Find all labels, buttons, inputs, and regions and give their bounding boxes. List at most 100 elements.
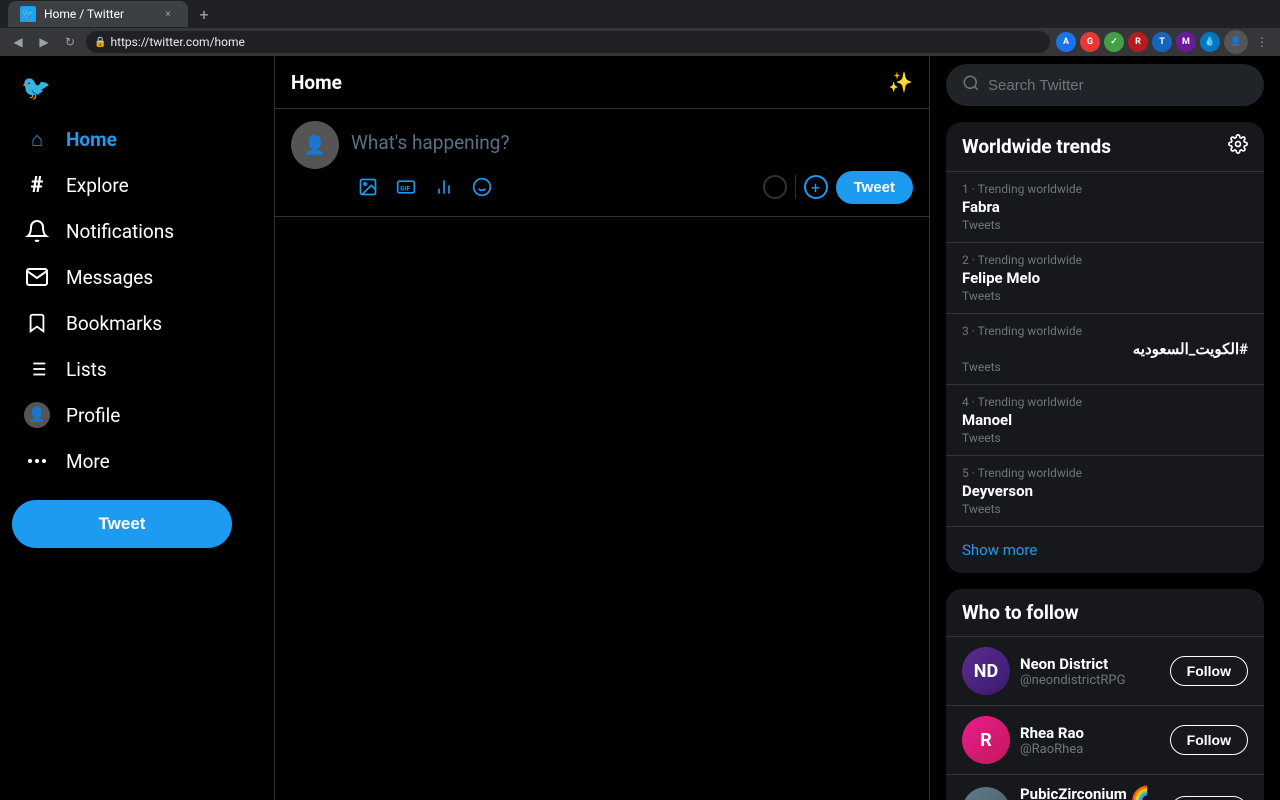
compose-right-actions: + Tweet <box>763 171 913 204</box>
follow-avatar: P <box>962 787 1010 800</box>
feed: Home ✨ 👤 What's happening? GIF <box>275 56 930 800</box>
emoji-icon[interactable] <box>465 170 499 204</box>
messages-icon <box>24 264 50 290</box>
follow-button-pubic-zirconium[interactable]: Follow <box>1170 796 1248 800</box>
compose-toolbar: GIF + Tweet <box>351 170 913 204</box>
trend-item-4[interactable]: 4 · Trending worldwide Manoel Tweets <box>946 384 1264 455</box>
tweet-button[interactable]: Tweet <box>12 500 232 548</box>
trend-item-3[interactable]: 3 · Trending worldwide #الكويت_السعوديه … <box>946 313 1264 384</box>
sidebar-item-home[interactable]: ⌂ Home <box>12 116 262 162</box>
trend-name: Felipe Melo <box>962 269 1248 287</box>
feed-title: Home <box>291 71 342 94</box>
follow-button-neon-district[interactable]: Follow <box>1170 656 1248 686</box>
more-icon <box>24 448 50 474</box>
divider <box>795 175 796 199</box>
reload-button[interactable]: ↻ <box>60 32 80 52</box>
trend-name: Manoel <box>962 411 1248 429</box>
trend-count: Tweets <box>962 218 1248 232</box>
tab-close-button[interactable]: × <box>160 6 176 22</box>
follow-item-neon-district[interactable]: ND Neon District @neondistrictRPG Follow <box>946 636 1264 705</box>
trend-meta: 5 · Trending worldwide <box>962 466 1248 480</box>
browser-chrome: 🐦 Home / Twitter × + ◀ ▶ ↻ 🔒 https://twi… <box>0 0 1280 56</box>
lists-icon <box>24 356 50 382</box>
ext-icon-7: 💧 <box>1200 32 1220 52</box>
who-to-follow-title: Who to follow <box>962 601 1079 624</box>
bookmarks-icon <box>24 310 50 336</box>
twitter-bird-icon: 🐦 <box>21 74 51 102</box>
sidebar-item-profile[interactable]: 👤 Profile <box>12 392 262 438</box>
compose-avatar: 👤 <box>291 121 339 169</box>
compose-icons: GIF <box>351 170 499 204</box>
address-bar[interactable]: 🔒 https://twitter.com/home <box>86 31 1050 53</box>
profile-avatar: 👤 <box>24 402 50 428</box>
follow-info: Rhea Rao @RaoRhea <box>1020 724 1160 757</box>
sidebar-item-more[interactable]: More <box>12 438 262 484</box>
search-input[interactable] <box>988 77 1248 94</box>
compose-right: What's happening? GIF <box>351 121 913 204</box>
trend-name: Deyverson <box>962 482 1248 500</box>
follow-item-rhea-rao[interactable]: R Rhea Rao @RaoRhea Follow <box>946 705 1264 774</box>
trend-meta: 3 · Trending worldwide <box>962 324 1248 338</box>
gif-icon[interactable]: GIF <box>389 170 423 204</box>
notifications-icon <box>24 218 50 244</box>
sidebar-item-explore[interactable]: # Explore <box>12 162 262 208</box>
sidebar-item-notifications[interactable]: Notifications <box>12 208 262 254</box>
who-to-follow-card: Who to follow ND Neon District @neondist… <box>946 589 1264 800</box>
ext-icon-2: G <box>1080 32 1100 52</box>
trends-card-header: Worldwide trends <box>946 122 1264 171</box>
who-to-follow-header: Who to follow <box>946 589 1264 636</box>
trend-count: Tweets <box>962 431 1248 445</box>
extensions-area: A G ✓ R T M 💧 👤 ⋮ <box>1056 30 1272 54</box>
sidebar-item-label: Profile <box>66 404 120 427</box>
sidebar-item-bookmarks[interactable]: Bookmarks <box>12 300 262 346</box>
trends-title: Worldwide trends <box>962 135 1111 158</box>
trends-card: Worldwide trends 1 · Trending worldwide … <box>946 122 1264 573</box>
trend-meta: 1 · Trending worldwide <box>962 182 1248 196</box>
ext-icon-6: M <box>1176 32 1196 52</box>
search-box[interactable] <box>946 64 1264 106</box>
sidebar: 🐦 ⌂ Home # Explore Notifications Message… <box>0 56 275 800</box>
add-thread-button[interactable]: + <box>804 175 828 199</box>
follow-handle: @RaoRhea <box>1020 742 1160 757</box>
settings-icon[interactable] <box>1228 134 1248 159</box>
trend-item-5[interactable]: 5 · Trending worldwide Deyverson Tweets <box>946 455 1264 526</box>
tweet-submit-button[interactable]: Tweet <box>836 171 913 204</box>
app-layout: 🐦 ⌂ Home # Explore Notifications Message… <box>0 56 1280 800</box>
tab-title: Home / Twitter <box>44 7 152 21</box>
trend-name: #الكويت_السعوديه <box>962 340 1248 358</box>
trend-name: Fabra <box>962 198 1248 216</box>
sidebar-item-messages[interactable]: Messages <box>12 254 262 300</box>
trend-item-1[interactable]: 1 · Trending worldwide Fabra Tweets <box>946 171 1264 242</box>
follow-avatar: ND <box>962 647 1010 695</box>
follow-button-rhea-rao[interactable]: Follow <box>1170 725 1248 755</box>
twitter-logo[interactable]: 🐦 <box>12 64 60 112</box>
new-tab-button[interactable]: + <box>192 2 216 26</box>
feed-header: Home ✨ <box>275 56 929 109</box>
character-count-indicator <box>763 175 787 199</box>
trend-count: Tweets <box>962 360 1248 374</box>
user-avatar-ext[interactable]: 👤 <box>1224 30 1248 54</box>
poll-icon[interactable] <box>427 170 461 204</box>
ext-icon-1: A <box>1056 32 1076 52</box>
trend-meta: 2 · Trending worldwide <box>962 253 1248 267</box>
image-icon[interactable] <box>351 170 385 204</box>
compose-placeholder[interactable]: What's happening? <box>351 121 913 170</box>
follow-avatar: R <box>962 716 1010 764</box>
follow-item-pubic-zirconium[interactable]: P PubicZirconium 🌈💎🔷💎 @PubicZirconium Fo… <box>946 774 1264 800</box>
active-tab[interactable]: 🐦 Home / Twitter × <box>8 1 188 27</box>
chrome-menu-button[interactable]: ⋮ <box>1252 32 1272 52</box>
ext-icon-5: T <box>1152 32 1172 52</box>
back-button[interactable]: ◀ <box>8 32 28 52</box>
sidebar-item-label: Notifications <box>66 220 174 243</box>
forward-button[interactable]: ▶ <box>34 32 54 52</box>
follow-name: Neon District <box>1020 655 1160 673</box>
browser-tabs: 🐦 Home / Twitter × + <box>0 0 1280 28</box>
trend-count: Tweets <box>962 289 1248 303</box>
trend-meta: 4 · Trending worldwide <box>962 395 1248 409</box>
sparkle-icon[interactable]: ✨ <box>888 70 913 94</box>
sidebar-item-lists[interactable]: Lists <box>12 346 262 392</box>
trends-show-more[interactable]: Show more <box>946 526 1264 573</box>
trend-item-2[interactable]: 2 · Trending worldwide Felipe Melo Tweet… <box>946 242 1264 313</box>
follow-handle: @neondistrictRPG <box>1020 673 1160 688</box>
follow-info: Neon District @neondistrictRPG <box>1020 655 1160 688</box>
